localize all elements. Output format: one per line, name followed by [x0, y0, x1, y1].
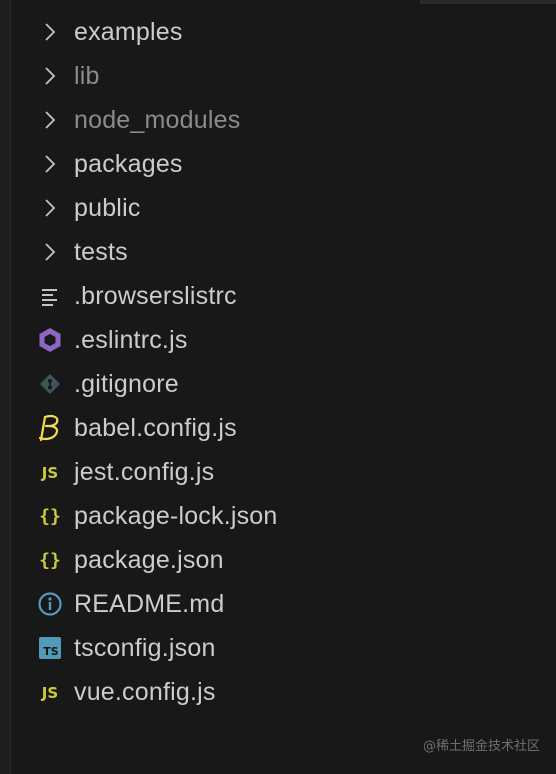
chevron-right-icon: [36, 194, 64, 222]
js-icon: JS: [36, 458, 64, 486]
svg-text:TS: TS: [43, 645, 59, 658]
chevron-right-icon: [36, 238, 64, 266]
json-icon: {}: [36, 502, 64, 530]
chevron-right-icon: [36, 62, 64, 90]
tree-item-label: .gitignore: [74, 370, 179, 398]
tree-item-label: README.md: [74, 590, 225, 618]
tree-item-gitignore[interactable]: .gitignore: [0, 362, 556, 406]
tab-strip-edge: [420, 0, 556, 4]
tree-item-examples[interactable]: examples: [0, 10, 556, 54]
tree-item-vue-config[interactable]: JS vue.config.js: [0, 670, 556, 714]
babel-icon: [36, 414, 64, 442]
watermark: @稀土掘金技术社区: [422, 739, 540, 754]
js-icon: JS: [36, 678, 64, 706]
tree-item-label: vue.config.js: [74, 678, 216, 706]
svg-text:JS: JS: [41, 684, 58, 702]
eslint-icon: [36, 326, 64, 354]
chevron-right-icon: [36, 18, 64, 46]
tree-item-browserslistrc[interactable]: .browserslistrc: [0, 274, 556, 318]
tree-item-tsconfig[interactable]: TS tsconfig.json: [0, 626, 556, 670]
tree-item-label: package-lock.json: [74, 502, 278, 530]
tree-item-package-lock[interactable]: {} package-lock.json: [0, 494, 556, 538]
tree-item-label: tsconfig.json: [74, 634, 216, 662]
info-icon: [36, 590, 64, 618]
tree-item-eslintrc[interactable]: .eslintrc.js: [0, 318, 556, 362]
chevron-right-icon: [36, 150, 64, 178]
tree-item-label: .browserslistrc: [74, 282, 237, 310]
tree-item-tests[interactable]: tests: [0, 230, 556, 274]
tree-item-label: .eslintrc.js: [74, 326, 188, 354]
tree-item-node-modules[interactable]: node_modules: [0, 98, 556, 142]
ts-icon: TS: [36, 634, 64, 662]
tree-item-packages[interactable]: packages: [0, 142, 556, 186]
git-icon: [36, 370, 64, 398]
tree-item-label: tests: [74, 238, 128, 266]
tree-item-label: node_modules: [74, 106, 241, 134]
tree-item-label: packages: [74, 150, 183, 178]
tree-item-label: examples: [74, 18, 183, 46]
svg-text:{}: {}: [39, 506, 61, 527]
tree-item-label: jest.config.js: [74, 458, 215, 486]
tree-item-public[interactable]: public: [0, 186, 556, 230]
tree-item-babel-config[interactable]: babel.config.js: [0, 406, 556, 450]
tree-item-label: babel.config.js: [74, 414, 237, 442]
tree-item-label: package.json: [74, 546, 224, 574]
chevron-right-icon: [36, 106, 64, 134]
tree-item-label: lib: [74, 62, 100, 90]
tree-item-lib[interactable]: lib: [0, 54, 556, 98]
json-icon: {}: [36, 546, 64, 574]
tree-item-package-json[interactable]: {} package.json: [0, 538, 556, 582]
tree-item-label: public: [74, 194, 141, 222]
tree-item-jest-config[interactable]: JS jest.config.js: [0, 450, 556, 494]
file-explorer-tree: examples lib node_modules packages publi…: [0, 10, 556, 714]
svg-text:{}: {}: [39, 550, 61, 571]
svg-text:JS: JS: [41, 464, 58, 482]
lines-file-icon: [36, 282, 64, 310]
tree-item-readme[interactable]: README.md: [0, 582, 556, 626]
